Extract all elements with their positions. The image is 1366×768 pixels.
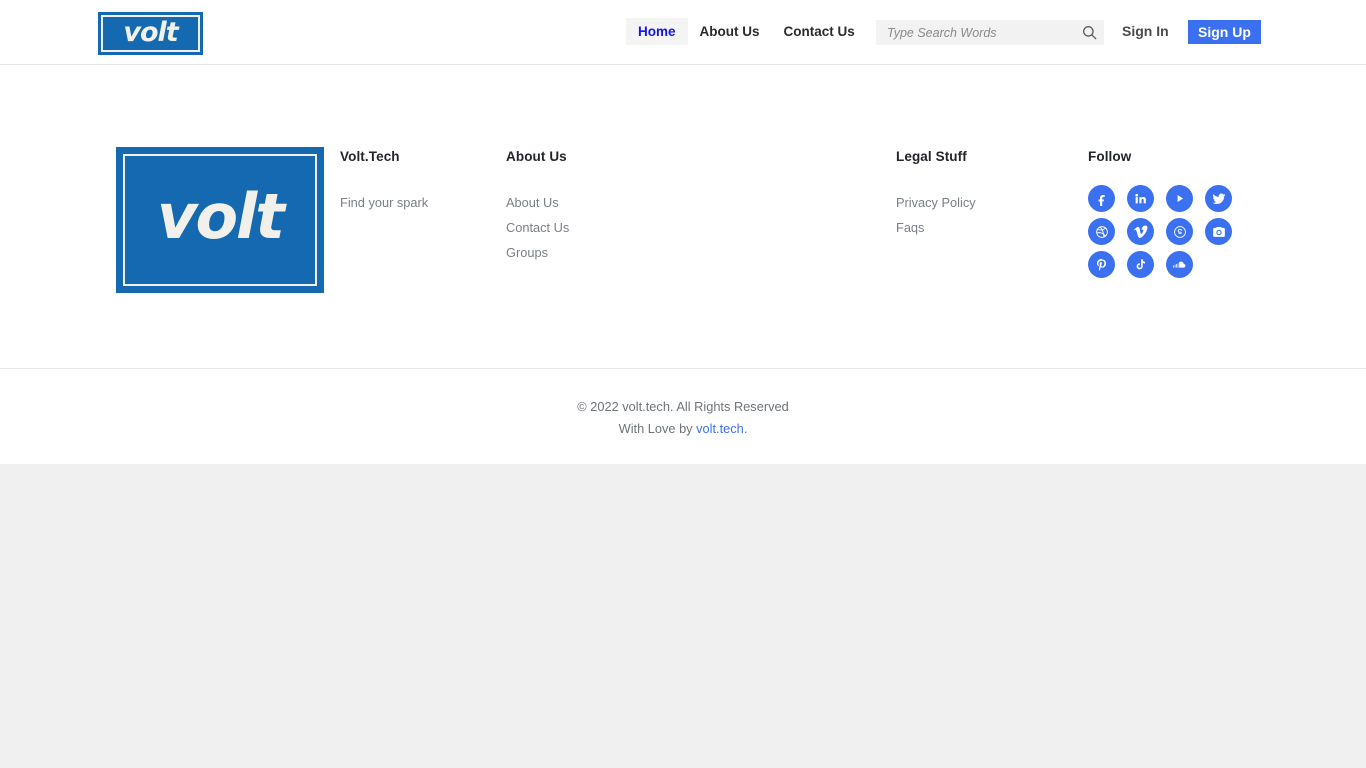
footer-heading-about: About Us bbox=[506, 149, 567, 164]
tiktok-icon[interactable] bbox=[1127, 251, 1154, 278]
footer-tagline: Find your spark bbox=[340, 195, 429, 210]
header-logo-text: volt bbox=[123, 17, 178, 48]
copyright-link[interactable]: volt.tech bbox=[696, 421, 744, 436]
copyright-suffix: . bbox=[743, 421, 748, 436]
sign-up-button[interactable]: Sign Up bbox=[1188, 20, 1261, 44]
footer-brand-body: Find your spark bbox=[340, 190, 500, 215]
soundcloud-icon[interactable] bbox=[1166, 251, 1193, 278]
sign-in-link[interactable]: Sign In bbox=[1120, 23, 1171, 39]
page-root: volt Home About Us Contact Us Sign In Si… bbox=[0, 0, 1366, 768]
nav-item-home[interactable]: Home bbox=[626, 18, 688, 45]
footer-column-follow: Follow bbox=[1088, 147, 1278, 284]
footer-legal-links: Privacy Policy Faqs bbox=[896, 190, 1076, 240]
footer-logo-frame: volt bbox=[123, 154, 317, 286]
copyright-prefix: With Love by bbox=[618, 421, 697, 436]
copyright-line-2: With Love by volt.tech. bbox=[0, 418, 1366, 440]
main-navigation: Home About Us Contact Us bbox=[626, 18, 867, 45]
nav-item-contact-us[interactable]: Contact Us bbox=[772, 18, 867, 45]
footer-columns: volt Volt.Tech Find your spark About Us … bbox=[0, 66, 1366, 368]
skype-icon[interactable] bbox=[1166, 218, 1193, 245]
copyright-line-1: © 2022 volt.tech. All Rights Reserved bbox=[577, 399, 789, 414]
footer-link-privacy-policy[interactable]: Privacy Policy bbox=[896, 190, 1076, 215]
search-input[interactable] bbox=[876, 20, 1074, 45]
youtube-icon[interactable] bbox=[1166, 185, 1193, 212]
footer-logo-text: volt bbox=[157, 180, 285, 253]
footer-heading-brand: Volt.Tech bbox=[340, 149, 400, 164]
footer-heading-legal: Legal Stuff bbox=[896, 149, 967, 164]
search-box bbox=[876, 20, 1104, 45]
site-header: volt Home About Us Contact Us Sign In Si… bbox=[0, 0, 1366, 65]
footer-link-contact-us[interactable]: Contact Us bbox=[506, 215, 686, 240]
footer-column-legal: Legal Stuff Privacy Policy Faqs bbox=[896, 147, 1076, 240]
nav-item-about-us[interactable]: About Us bbox=[688, 18, 772, 45]
footer-column-brand: Volt.Tech Find your spark bbox=[340, 147, 500, 215]
dribbble-icon[interactable] bbox=[1088, 218, 1115, 245]
footer-heading-follow: Follow bbox=[1088, 149, 1132, 164]
footer-link-groups[interactable]: Groups bbox=[506, 240, 686, 265]
copyright-section: © 2022 volt.tech. All Rights Reserved Wi… bbox=[0, 396, 1366, 440]
footer-about-links: About Us Contact Us Groups bbox=[506, 190, 686, 265]
linkedin-icon[interactable] bbox=[1127, 185, 1154, 212]
facebook-icon[interactable] bbox=[1088, 185, 1115, 212]
social-links-grid bbox=[1088, 185, 1278, 284]
footer-link-faqs[interactable]: Faqs bbox=[896, 215, 1076, 240]
header-logo-frame: volt bbox=[101, 15, 200, 52]
search-icon[interactable] bbox=[1074, 20, 1104, 45]
footer-column-about: About Us About Us Contact Us Groups bbox=[506, 147, 686, 265]
site-footer: volt Volt.Tech Find your spark About Us … bbox=[0, 66, 1366, 464]
footer-divider bbox=[0, 368, 1366, 369]
footer-link-about-us[interactable]: About Us bbox=[506, 190, 686, 215]
vimeo-icon[interactable] bbox=[1127, 218, 1154, 245]
pinterest-icon[interactable] bbox=[1088, 251, 1115, 278]
header-logo[interactable]: volt bbox=[98, 12, 203, 55]
header-inner: volt Home About Us Contact Us Sign In Si… bbox=[0, 0, 1366, 64]
footer-logo[interactable]: volt bbox=[116, 147, 324, 293]
instagram-icon[interactable] bbox=[1205, 218, 1232, 245]
twitter-icon[interactable] bbox=[1205, 185, 1232, 212]
